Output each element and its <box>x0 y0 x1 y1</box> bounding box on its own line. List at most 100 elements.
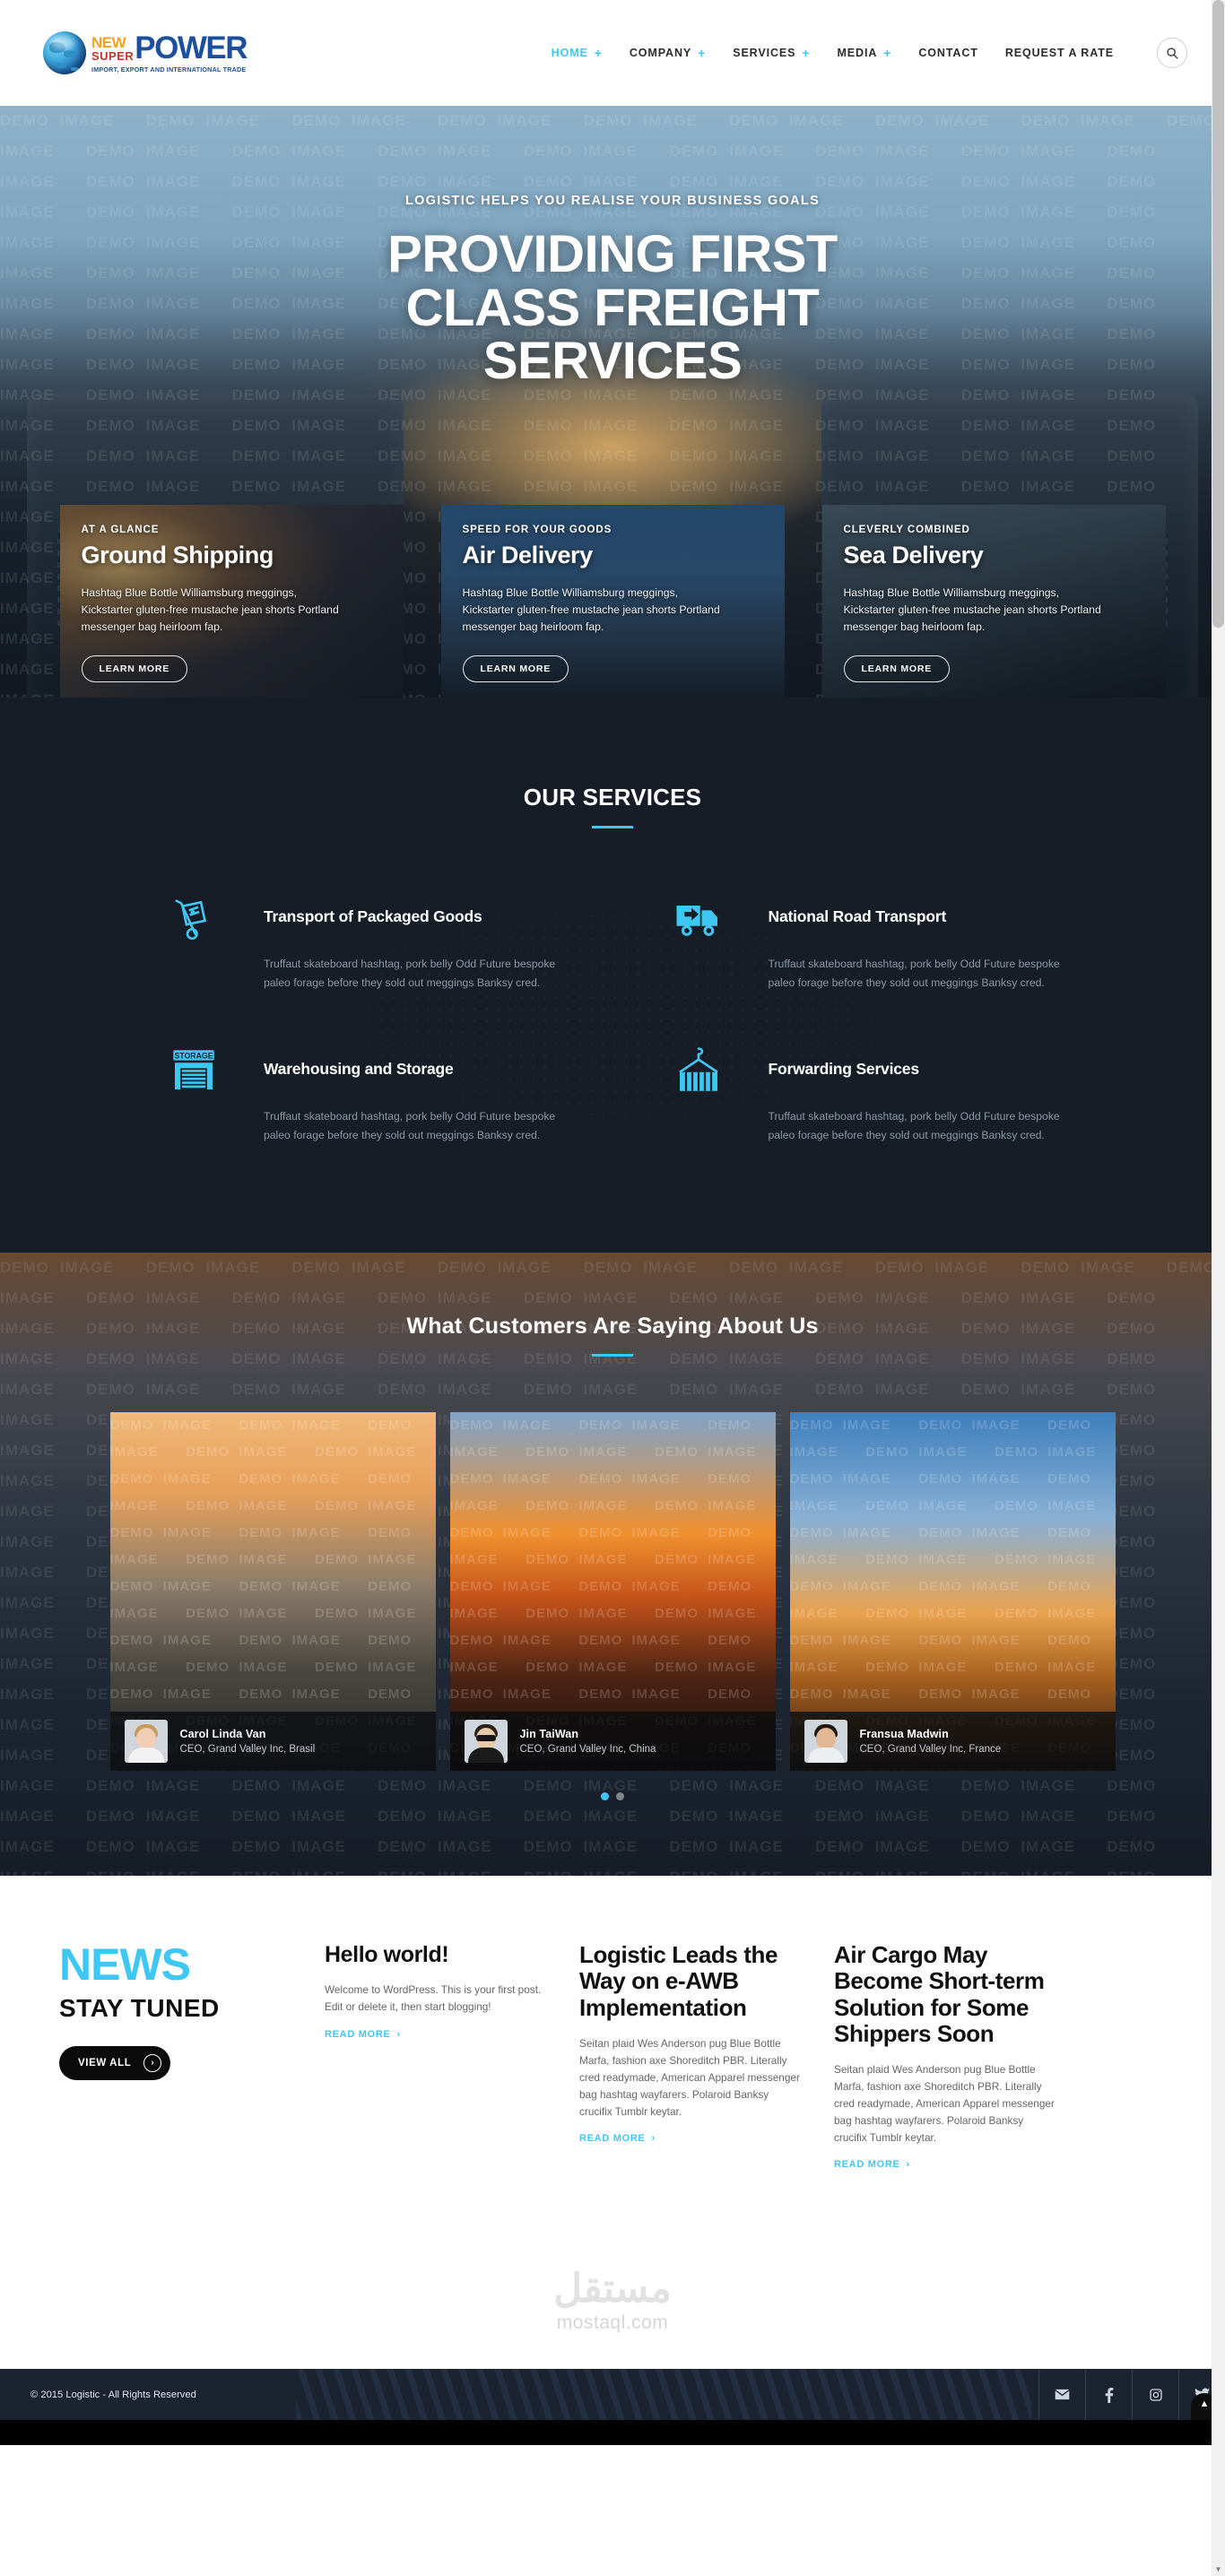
feature-cards: AT A GLANCE Ground Shipping Hashtag Blue… <box>0 505 1225 698</box>
email-icon[interactable] <box>1038 2369 1085 2421</box>
news-section: NEWS STAY TUNED VIEW ALL › Hello world! … <box>0 1876 1225 2235</box>
feature-card-sea-delivery[interactable]: CLEVERLY COMBINED Sea Delivery Hashtag B… <box>821 505 1166 698</box>
main-navigation: HOME + COMPANY + SERVICES + MEDIA + CONT… <box>552 38 1187 68</box>
carousel-dot-1[interactable] <box>601 1792 609 1801</box>
chevron-right-icon: › <box>396 2028 401 2040</box>
hero-kicker: LOGISTIC HELPS YOU REALISE YOUR BUSINESS… <box>404 194 821 208</box>
news-row: NEWS STAY TUNED VIEW ALL › Hello world! … <box>34 1942 1191 2172</box>
carousel-dots <box>0 1792 1225 1801</box>
hand-truck-icon <box>169 893 219 943</box>
services-grid: Transport of Packaged Goods Truffaut ska… <box>101 893 1124 1145</box>
scrollbar-track[interactable]: ▲ ▼ <box>1212 0 1225 2576</box>
bottom-black-bar <box>0 2420 1225 2446</box>
scrollbar-thumb[interactable] <box>1212 0 1224 628</box>
service-text: Truffaut skateboard hashtag, pork belly … <box>264 958 556 990</box>
nav-item-home[interactable]: HOME + <box>552 47 603 59</box>
testimonial-footer: Fransua Madwin CEO, Grand Valley Inc, Fr… <box>789 1712 1116 1772</box>
testimonial-card[interactable]: DEMO IMAGE DEMO IMAGE DEMO IMAGE DEMO IM… <box>449 1412 776 1772</box>
hero-title-line-2: CLASS FREIGHT <box>405 278 820 337</box>
testimonial-footer: Jin TaiWan CEO, Grand Valley Inc, China <box>449 1712 776 1772</box>
logo-tagline: IMPORT, EXPORT AND INTERNATIONAL TRADE <box>91 65 247 74</box>
hero-section: DEMO IMAGE DEMO IMAGE DEMO IMAGE DEMO IM… <box>0 106 1225 698</box>
testimonial-footer: Carol Linda Van CEO, Grand Valley Inc, B… <box>109 1712 436 1772</box>
delivery-truck-icon <box>673 893 724 943</box>
plus-icon: + <box>883 46 892 60</box>
read-more-link[interactable]: READ MORE › <box>834 2159 910 2170</box>
testimonial-card[interactable]: DEMO IMAGE DEMO IMAGE DEMO IMAGE DEMO IM… <box>109 1412 436 1772</box>
nav-label-request-a-rate: REQUEST A RATE <box>1004 47 1114 59</box>
service-text: Truffaut skateboard hashtag, pork belly … <box>768 958 1060 990</box>
testimonials-carousel: DEMO IMAGE DEMO IMAGE DEMO IMAGE DEMO IM… <box>0 1412 1225 1772</box>
testimonials-heading: What Customers Are Saying About Us <box>0 1314 1225 1357</box>
news-heading: NEWS <box>59 1939 191 1991</box>
search-button[interactable] <box>1157 38 1187 68</box>
nav-item-company[interactable]: COMPANY + <box>630 47 706 59</box>
service-text: Truffaut skateboard hashtag, pork belly … <box>264 1109 556 1142</box>
news-subheading: STAY TUNED <box>59 1994 220 2023</box>
site-footer: © 2015 Logistic - All Rights Reserved ▲ <box>0 2369 1225 2421</box>
hero-content: LOGISTIC HELPS YOU REALISE YOUR BUSINESS… <box>0 106 1225 388</box>
chevron-right-icon: › <box>143 2054 162 2073</box>
chevron-right-icon: › <box>906 2159 910 2171</box>
facebook-icon[interactable] <box>1085 2369 1132 2421</box>
card-text: Hashtag Blue Bottle Williamsburg megging… <box>81 586 339 633</box>
services-title: OUR SERVICES <box>523 784 702 811</box>
testimonial-name: Carol Linda Van <box>179 1728 266 1741</box>
nav-item-contact[interactable]: CONTACT <box>918 47 977 59</box>
service-title: Warehousing and Storage <box>264 1059 454 1078</box>
services-section: OUR SERVICES Transport of Packaged Goods… <box>0 698 1225 1253</box>
carousel-dot-2[interactable] <box>616 1792 624 1801</box>
service-item-transport-of-packaged-goods[interactable]: Transport of Packaged Goods Truffaut ska… <box>169 893 620 993</box>
card-title: Air Delivery <box>462 542 594 568</box>
plus-icon: + <box>698 46 707 60</box>
read-more-link[interactable]: READ MORE › <box>579 2133 656 2144</box>
read-more-label: READ MORE <box>579 2133 646 2145</box>
nav-label-company: COMPANY <box>629 47 692 59</box>
post-title: Logistic Leads the Way on e-AWB Implemen… <box>579 1941 778 2021</box>
feature-card-air-delivery[interactable]: SPEED FOR YOUR GOODS Air Delivery Hashta… <box>440 505 785 698</box>
post-title: Hello world! <box>325 1942 449 1968</box>
service-item-warehousing-and-storage[interactable]: STORAGE Warehousing and Storage Truffaut… <box>169 1045 620 1146</box>
learn-more-button[interactable]: LEARN MORE <box>843 655 951 682</box>
service-item-forwarding-services[interactable]: Forwarding Services Truffaut skateboard … <box>673 1045 1125 1146</box>
svg-text:STORAGE: STORAGE <box>174 1051 213 1060</box>
card-kicker: SPEED FOR YOUR GOODS <box>462 525 612 535</box>
logo-super-text: SUPER <box>91 48 135 63</box>
nav-label-contact: CONTACT <box>918 47 978 59</box>
read-more-label: READ MORE <box>834 2159 900 2171</box>
title-underline <box>592 1354 633 1357</box>
copyright-text: © 2015 Logistic - All Rights Reserved <box>30 2389 196 2400</box>
card-text: Hashtag Blue Bottle Williamsburg megging… <box>462 586 720 633</box>
testimonials-title: What Customers Are Saying About Us <box>406 1314 819 1340</box>
view-all-button[interactable]: VIEW ALL › <box>59 2046 171 2081</box>
nav-item-services[interactable]: SERVICES + <box>733 47 810 59</box>
service-title: Forwarding Services <box>768 1059 920 1078</box>
storage-warehouse-icon: STORAGE <box>169 1045 219 1096</box>
service-item-national-road-transport[interactable]: National Road Transport Truffaut skatebo… <box>673 893 1125 993</box>
search-icon <box>1166 47 1178 59</box>
shipping-container-icon <box>673 1045 724 1096</box>
card-title: Sea Delivery <box>843 542 984 568</box>
card-content: SPEED FOR YOUR GOODS Air Delivery Hashta… <box>462 525 763 682</box>
nav-item-request-a-rate[interactable]: REQUEST A RATE <box>1005 47 1114 59</box>
hero-title-line-3: SERVICES <box>482 332 743 391</box>
nav-label-home: HOME <box>551 47 588 59</box>
read-more-link[interactable]: READ MORE › <box>325 2029 401 2040</box>
plus-icon: + <box>802 46 811 60</box>
news-post-hello-world[interactable]: Hello world! Welcome to WordPress. This … <box>325 1942 549 2172</box>
learn-more-button[interactable]: LEARN MORE <box>81 655 188 682</box>
testimonial-name: Jin TaiWan <box>519 1728 579 1741</box>
news-post-air-cargo[interactable]: Air Cargo May Become Short-term Solution… <box>834 1942 1058 2172</box>
card-content: AT A GLANCE Ground Shipping Hashtag Blue… <box>81 525 382 682</box>
feature-card-ground-shipping[interactable]: AT A GLANCE Ground Shipping Hashtag Blue… <box>59 505 404 698</box>
learn-more-button[interactable]: LEARN MORE <box>462 655 569 682</box>
site-logo[interactable]: NEW SUPER POWER IMPORT, EXPORT AND INTER… <box>43 31 248 74</box>
hero-title: PROVIDING FIRST CLASS FREIGHT SERVICES <box>0 228 1225 388</box>
scroll-down-arrow-icon[interactable]: ▼ <box>1212 2563 1225 2576</box>
post-text: Seitan plaid Wes Anderson pug Blue Bottl… <box>834 2062 1055 2145</box>
nav-item-media[interactable]: MEDIA + <box>837 47 891 59</box>
instagram-icon[interactable] <box>1132 2369 1178 2421</box>
testimonial-card[interactable]: DEMO IMAGE DEMO IMAGE DEMO IMAGE DEMO IM… <box>789 1412 1116 1772</box>
news-post-e-awb[interactable]: Logistic Leads the Way on e-AWB Implemen… <box>579 1942 804 2172</box>
avatar <box>124 1720 168 1764</box>
